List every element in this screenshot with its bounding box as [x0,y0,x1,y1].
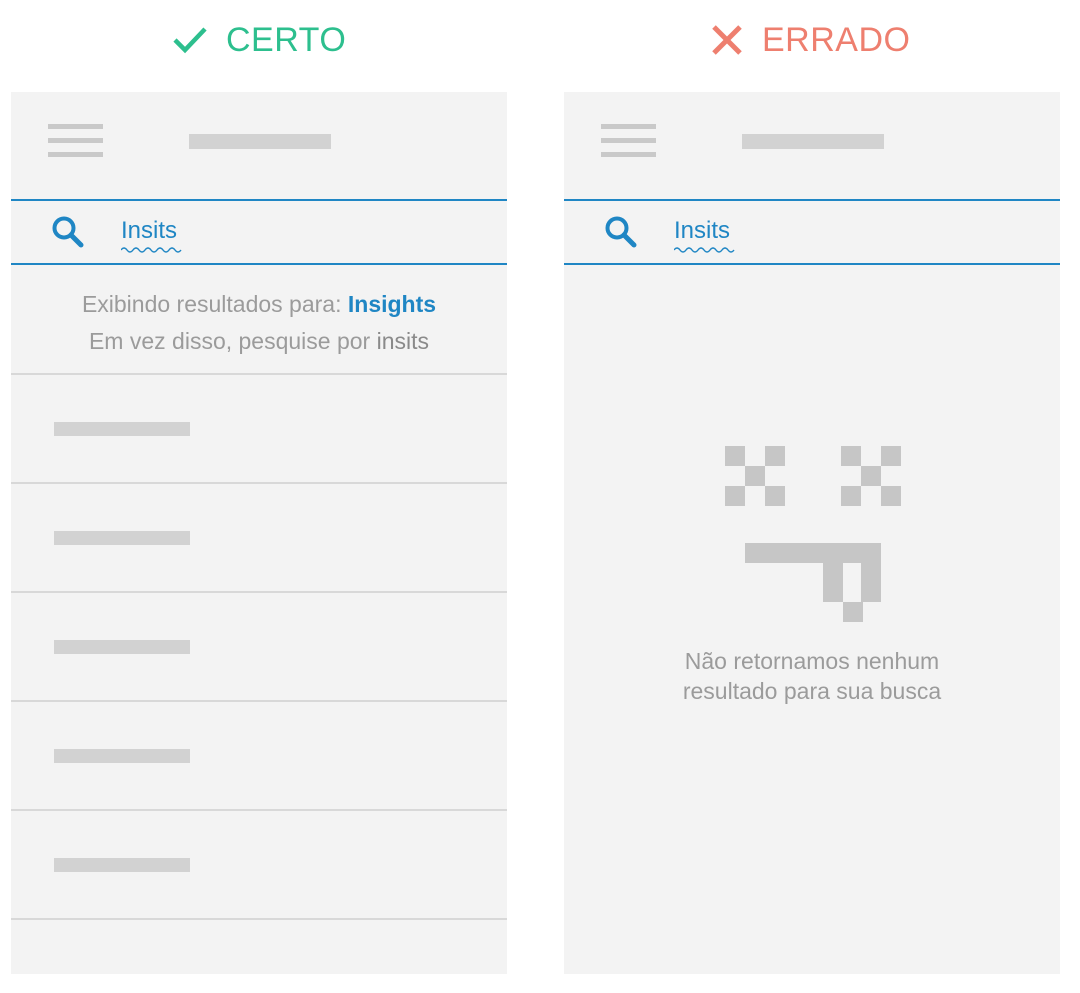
showing-prefix: Exibindo resultados para: [81,291,348,317]
spellcheck-squiggle [121,247,182,253]
no-results-line-2: resultado para sua busca [682,678,942,704]
list-item[interactable] [11,375,507,484]
wrong-heading: ERRADO [710,18,910,62]
list-item[interactable] [11,593,507,702]
wrong-example-screen: Insits Não retornamos nenhum resultado p… [564,92,1060,974]
correct-example-screen: Insits Exibindo resultados para: Insight… [11,92,507,974]
no-results-message: Não retornamos nenhum resultado para sua… [564,646,1060,706]
search-bar[interactable]: Insits [11,199,507,265]
correct-label: CERTO [226,20,347,59]
original-term-link[interactable]: insits [377,328,429,354]
search-icon[interactable] [604,215,638,249]
list-item[interactable] [11,702,507,811]
instead-prefix: Em vez disso, pesquise por [88,328,377,354]
search-bar[interactable]: Insits [564,199,1060,265]
list-item[interactable] [11,811,507,920]
correct-heading: CERTO [172,18,346,62]
spellcheck-squiggle [674,247,735,253]
wrong-label: ERRADO [762,20,911,59]
search-query-text[interactable]: Insits [121,217,177,245]
result-placeholder [54,858,190,872]
search-icon[interactable] [51,215,85,249]
showing-results-line: Exibindo resultados para: Insights [11,286,507,323]
menu-icon[interactable] [48,124,103,158]
list-item[interactable] [11,484,507,593]
menu-icon[interactable] [601,124,656,158]
search-instead-line: Em vez disso, pesquise por insits [11,323,507,360]
check-icon [173,27,207,54]
cross-icon [712,25,742,55]
result-placeholder [54,531,190,545]
result-placeholder [54,749,190,763]
sad-face-icon [725,446,901,622]
no-results-line-1: Não retornamos nenhum [684,648,940,674]
title-placeholder [742,134,884,149]
result-placeholder [54,422,190,436]
result-placeholder [54,640,190,654]
title-placeholder [189,134,331,149]
corrected-term-link[interactable]: Insights [348,291,436,317]
search-query-text[interactable]: Insits [674,217,730,245]
spelling-suggestion: Exibindo resultados para: Insights Em ve… [11,265,507,375]
